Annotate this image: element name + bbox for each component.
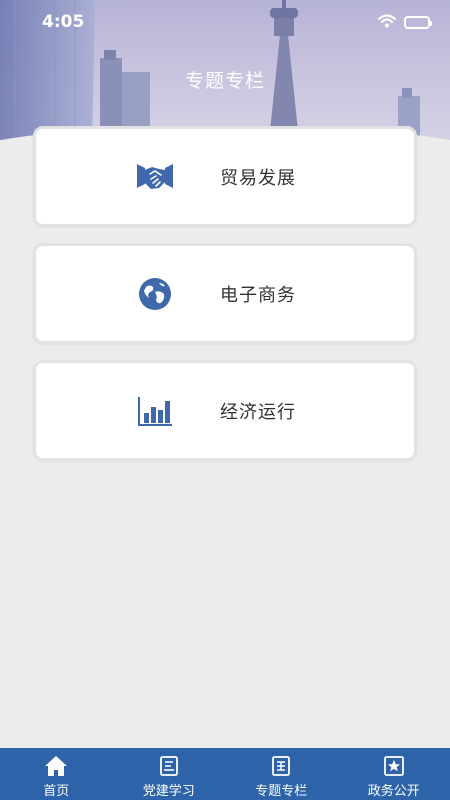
battery-icon: [404, 15, 432, 29]
topic-card-label: 电子商务: [220, 284, 296, 306]
tab-label: 首页: [43, 784, 70, 799]
star-icon: [382, 754, 406, 778]
document-icon: [269, 754, 293, 778]
tab-label: 专题专栏: [255, 784, 308, 799]
topic-card-trade[interactable]: 贸易发展: [33, 126, 417, 227]
status-time: 4:05: [42, 12, 85, 32]
home-icon: [44, 754, 68, 778]
tab-government-affairs[interactable]: 政务公开: [338, 748, 450, 800]
topic-card-list: 贸易发展 电子商务 经济运行: [33, 126, 417, 477]
wifi-icon: [377, 13, 397, 32]
globe-icon: [136, 275, 174, 313]
topic-card-label: 贸易发展: [220, 167, 296, 189]
bottom-tab-bar: 首页 党建学习 专题专栏 政务公开: [0, 748, 450, 800]
status-bar: 4:05: [0, 0, 450, 44]
topic-card-ecommerce[interactable]: 电子商务: [33, 243, 417, 344]
tab-label: 党建学习: [142, 784, 195, 799]
bar-chart-icon: [136, 392, 174, 430]
book-icon: [157, 754, 181, 778]
tab-party-study[interactable]: 党建学习: [113, 748, 226, 800]
handshake-icon: [136, 158, 174, 196]
tab-label: 政务公开: [367, 784, 420, 799]
tab-special-topics[interactable]: 专题专栏: [225, 748, 338, 800]
topic-card-label: 经济运行: [220, 401, 296, 423]
tab-home[interactable]: 首页: [0, 748, 113, 800]
page-title: 专题专栏: [184, 70, 265, 92]
topic-card-economy[interactable]: 经济运行: [33, 360, 417, 461]
